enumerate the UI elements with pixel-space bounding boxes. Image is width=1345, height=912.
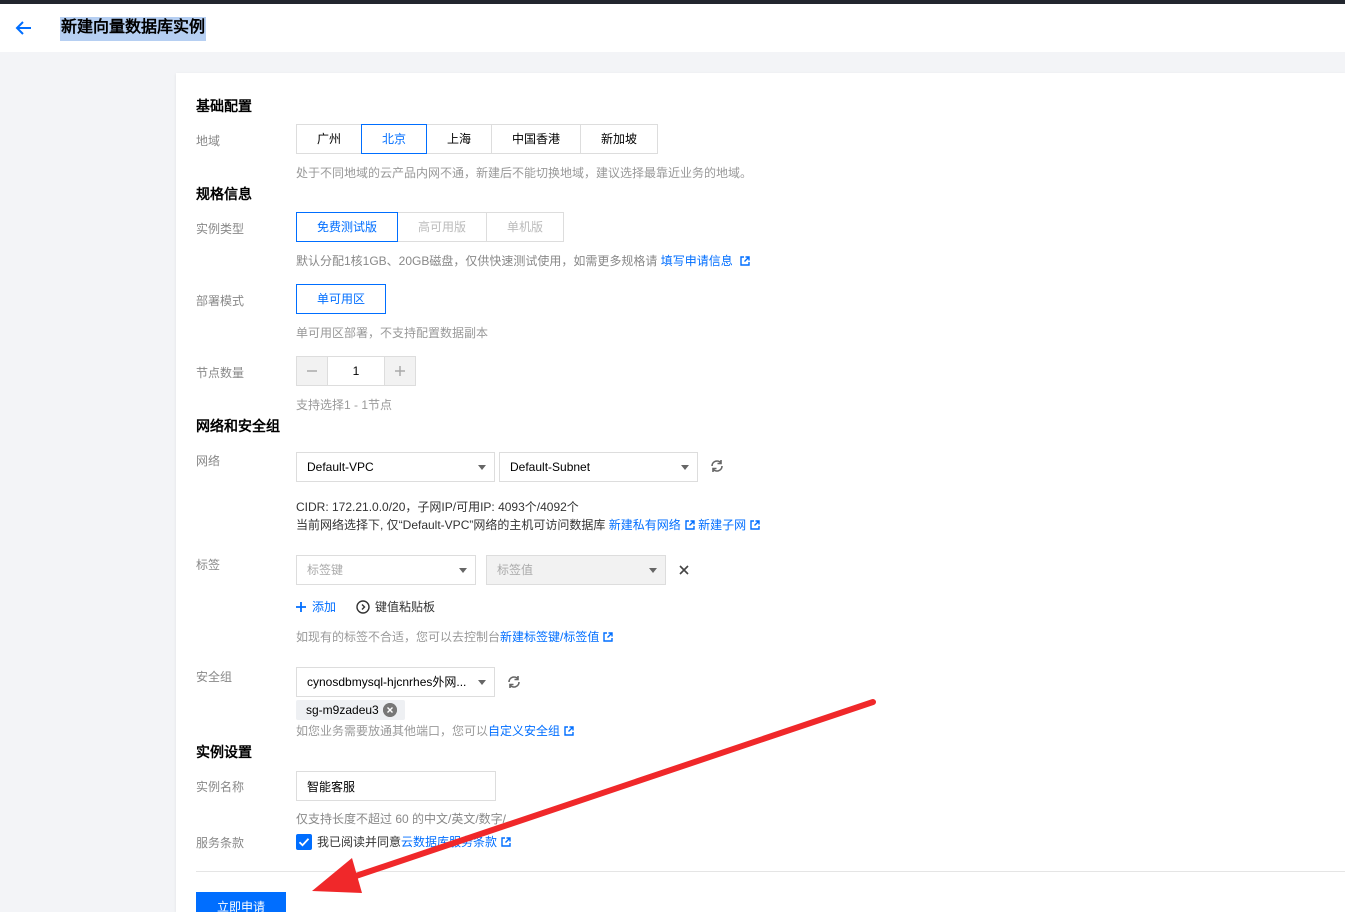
region-selector: 广州 北京 上海 中国香港 新加坡 (296, 124, 658, 154)
region-option-beijing[interactable]: 北京 (361, 124, 427, 154)
instance-type-label: 实例类型 (196, 222, 245, 236)
instance-name-hint: 仅支持长度不超过 60 的中文/英文/数字/ (296, 812, 507, 826)
terms-row: 我已阅读并同意 云数据库服务条款 (296, 833, 511, 850)
region-option-hongkong[interactable]: 中国香港 (491, 124, 581, 154)
checkmark-icon (298, 837, 310, 846)
network-access-info: 当前网络选择下, 仅“Default-VPC”网络的主机可访问数据库 新建私有网… (296, 516, 760, 533)
form-panel: 基础配置 地域 广州 北京 上海 中国香港 新加坡 处于不同地域的云产品内网不通… (176, 73, 1345, 912)
chevron-down-icon (649, 568, 657, 573)
deploy-mode-hint: 单可用区部署，不支持配置数据副本 (296, 326, 489, 340)
refresh-icon[interactable] (506, 674, 522, 690)
decrement-button[interactable] (297, 357, 327, 385)
security-group-value: cynosdbmysql-hjcnrhes外网... (307, 675, 467, 689)
chevron-down-icon (459, 568, 467, 573)
increment-button[interactable] (385, 357, 415, 385)
external-link-icon (750, 520, 760, 530)
instance-type-hint: 默认分配1核1GB、20GB磁盘，仅供快速测试使用，如需更多规格请 填写申请信息 (296, 252, 750, 269)
node-count-value[interactable]: 1 (327, 357, 385, 385)
section-title-instance: 实例设置 (196, 744, 252, 760)
tags-label: 标签 (196, 558, 221, 572)
section-title-basic: 基础配置 (196, 98, 252, 114)
instance-type-single-node: 单机版 (486, 212, 564, 242)
instance-name-input[interactable] (296, 771, 496, 801)
new-vpc-link[interactable]: 新建私有网络 (609, 518, 681, 532)
region-option-shanghai[interactable]: 上海 (426, 124, 492, 154)
tags-hint: 如现有的标签不合适，您可以去控制台新建标签键/标签值 (296, 628, 614, 645)
chevron-down-icon (478, 465, 486, 470)
instance-type-selector: 免费测试版 高可用版 单机版 (296, 212, 564, 242)
section-title-spec: 规格信息 (196, 186, 252, 202)
region-option-singapore[interactable]: 新加坡 (580, 124, 658, 154)
region-option-guangzhou[interactable]: 广州 (296, 124, 362, 154)
footer-divider (196, 871, 1345, 872)
security-group-select[interactable]: cynosdbmysql-hjcnrhes外网... (296, 667, 495, 697)
node-count-hint: 支持选择1 - 1节点 (296, 398, 393, 412)
refresh-icon[interactable] (709, 458, 725, 474)
page-header: 新建向量数据库实例 (0, 4, 1345, 52)
custom-security-group-link[interactable]: 自定义安全组 (488, 724, 560, 738)
instance-type-high-availability: 高可用版 (397, 212, 487, 242)
security-group-chip-label: sg-m9zadeu3 (306, 703, 379, 717)
subnet-select[interactable]: Default-Subnet (499, 452, 698, 482)
instance-name-label: 实例名称 (196, 780, 245, 794)
region-label: 地域 (196, 134, 221, 148)
new-subnet-link[interactable]: 新建子网 (698, 518, 746, 532)
vpc-select[interactable]: Default-VPC (296, 452, 495, 482)
tag-value-select: 标签值 (486, 555, 666, 585)
terms-text: 我已阅读并同意 (317, 835, 402, 849)
close-icon[interactable] (679, 565, 689, 575)
chevron-down-icon (681, 465, 689, 470)
apply-info-link[interactable]: 填写申请信息 (661, 254, 733, 268)
instance-type-free-test[interactable]: 免费测试版 (296, 212, 398, 242)
terms-link[interactable]: 云数据库服务条款 (401, 833, 497, 850)
node-count-stepper: 1 (296, 356, 416, 386)
cidr-info: CIDR: 172.21.0.0/20，子网IP/可用IP: 4093个/409… (296, 500, 579, 514)
arrow-left-icon (15, 21, 31, 35)
tag-value-placeholder: 标签值 (497, 563, 534, 577)
network-access-text: 当前网络选择下, 仅“Default-VPC”网络的主机可访问数据库 (296, 518, 606, 532)
vpc-select-value: Default-VPC (307, 460, 374, 474)
terms-checkbox[interactable] (296, 833, 312, 850)
new-tag-link[interactable]: 新建标签键/标签值 (500, 630, 599, 644)
add-tag-button[interactable]: 添加 (312, 598, 336, 615)
tag-key-placeholder: 标签键 (307, 563, 344, 577)
node-count-label: 节点数量 (196, 366, 245, 380)
region-hint: 处于不同地域的云产品内网不通，新建后不能切换地域，建议选择最靠近业务的地域。 (296, 166, 753, 180)
tag-actions: 添加 键值粘贴板 (296, 598, 435, 615)
external-link-icon (740, 256, 750, 266)
minus-icon (307, 370, 317, 372)
instance-type-hint-text: 默认分配1核1GB、20GB磁盘，仅供快速测试使用，如需更多规格请 (296, 254, 658, 268)
key-value-paste-button[interactable]: 键值粘贴板 (375, 598, 435, 615)
play-circle-icon (356, 599, 370, 614)
external-link-icon (564, 726, 574, 736)
terms-label: 服务条款 (196, 836, 245, 850)
back-button[interactable] (12, 16, 36, 40)
deploy-mode-single-zone[interactable]: 单可用区 (296, 284, 386, 314)
deploy-mode-label: 部署模式 (196, 294, 245, 308)
tags-hint-text: 如现有的标签不合适，您可以去控制台 (296, 630, 501, 644)
security-group-label: 安全组 (196, 670, 233, 684)
external-link-icon (603, 632, 614, 642)
submit-button[interactable]: 立即申请 (196, 892, 286, 912)
chevron-down-icon (478, 680, 486, 685)
security-group-hint: 如您业务需要放通其他端口，您可以自定义安全组 (296, 722, 574, 739)
plus-icon (296, 601, 306, 612)
subnet-select-value: Default-Subnet (510, 460, 591, 474)
security-group-hint-text: 如您业务需要放通其他端口，您可以 (296, 724, 489, 738)
network-label: 网络 (196, 454, 221, 468)
page-title: 新建向量数据库实例 (60, 17, 207, 41)
external-link-icon (501, 836, 511, 847)
security-group-chip: sg-m9zadeu3 (296, 700, 405, 720)
plus-icon (395, 366, 405, 376)
remove-icon[interactable] (382, 703, 397, 717)
tag-key-select[interactable]: 标签键 (296, 555, 476, 585)
deploy-mode-selector: 单可用区 (296, 284, 386, 314)
section-title-network: 网络和安全组 (196, 418, 280, 434)
external-link-icon (685, 520, 695, 530)
